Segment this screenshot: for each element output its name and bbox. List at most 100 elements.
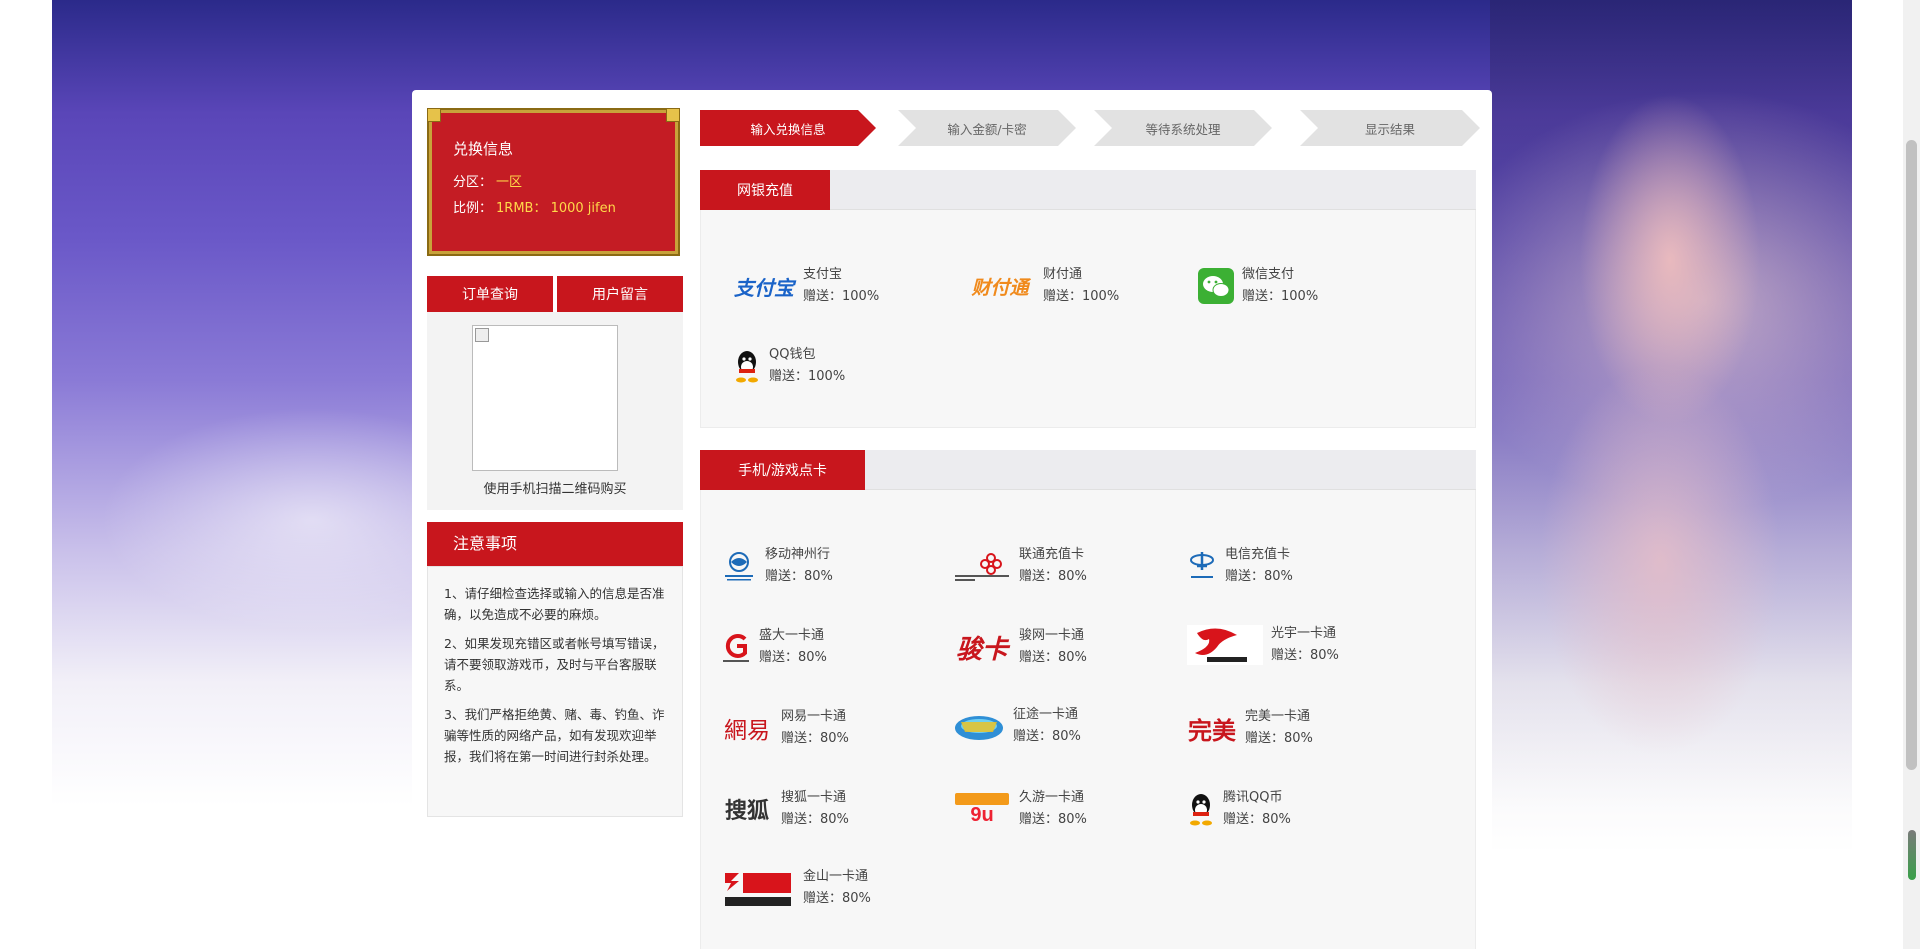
notice-body: 1、请仔细检查选择或输入的信息是否准确，以免造成不必要的麻烦。 2、如果发现充错… xyxy=(427,566,683,817)
ratio-label: 比例： xyxy=(453,201,493,216)
zone-label: 分区： xyxy=(453,175,493,190)
card-option-bonus: 赠送：80% xyxy=(1019,812,1087,827)
card-option-bonus: 赠送：80% xyxy=(1223,812,1291,827)
alipay-icon: 支付宝 xyxy=(734,275,794,300)
card-option-bonus: 赠送：80% xyxy=(1019,650,1087,665)
card-option-bonus: 赠送：80% xyxy=(1019,569,1087,584)
pay-option-name: 微信支付 xyxy=(1242,267,1295,282)
card-option-name: 完美一卡通 xyxy=(1245,709,1311,724)
exchange-info-card: 兑换信息 分区： 一区 比例： 1RMB： 1000 jifen xyxy=(427,108,680,256)
card-option-bonus: 赠送：80% xyxy=(803,891,871,906)
pay-option-bonus: 赠送：100% xyxy=(803,289,880,304)
card-option-name: 搜狐一卡通 xyxy=(781,790,847,805)
shanda-icon xyxy=(721,629,751,665)
card-option-wanmei[interactable]: 完美 完美一卡通 赠送：80% xyxy=(1187,706,1313,750)
left-button-row: 订单查询 用户留言 xyxy=(427,276,683,312)
card-option-china-mobile[interactable]: 移动神州行 赠送：80% xyxy=(721,544,833,588)
card-option-name: 金山一卡通 xyxy=(803,869,869,884)
card-option-junwang[interactable]: 骏卡 骏网一卡通 赠送：80% xyxy=(953,625,1087,669)
zone-value: 一区 xyxy=(496,175,523,190)
pay-option-bonus: 赠送：100% xyxy=(1043,289,1120,304)
pay-option-qq-wallet[interactable]: QQ钱包 赠送：100% xyxy=(733,344,845,388)
step-input-info: 输入兑换信息 xyxy=(700,110,876,146)
card-option-name: 腾讯QQ币 xyxy=(1223,790,1283,805)
scroll-position-indicator xyxy=(1908,830,1916,880)
qr-code-image xyxy=(472,325,618,471)
background-character-art xyxy=(1490,0,1852,949)
tab-phone-game-cards[interactable]: 手机/游戏点卡 xyxy=(700,450,865,490)
step-waiting: 等待系统处理 xyxy=(1094,110,1272,146)
tencent-qq-icon xyxy=(1187,792,1215,826)
cards-section-body: 移动神州行 赠送：80% 联通充值卡 赠送：80% 电信充值卡 赠送：80% 盛… xyxy=(700,490,1476,949)
tenpay-icon: 财付通 xyxy=(971,276,1029,299)
card-option-zhengtu[interactable]: 征途一卡通 赠送：80% xyxy=(953,704,1081,748)
junwang-icon: 骏卡 xyxy=(955,634,1008,665)
card-option-name: 盛大一卡通 xyxy=(759,628,825,643)
card-option-netease[interactable]: 網易 网易一卡通 赠送：80% xyxy=(721,706,849,750)
zhengtu-icon xyxy=(953,706,1005,746)
corner-ornament xyxy=(427,108,441,122)
netease-icon: 網易 xyxy=(724,718,770,744)
pay-option-bonus: 赠送：100% xyxy=(1242,289,1319,304)
pay-option-name: 财付通 xyxy=(1043,267,1083,282)
qr-caption: 使用手机扫描二维码购买 xyxy=(483,482,627,497)
ratio-value: 1RMB： 1000 jifen xyxy=(496,201,616,216)
card-option-name: 骏网一卡通 xyxy=(1019,628,1085,643)
pay-option-bonus: 赠送：100% xyxy=(769,369,846,384)
notice-item: 3、我们严格拒绝黄、赌、毒、钓鱼、诈骗等性质的网络产品，如有发现欢迎举报，我们将… xyxy=(444,707,665,764)
guangyu-icon xyxy=(1187,625,1263,665)
card-option-shanda[interactable]: 盛大一卡通 赠送：80% xyxy=(721,625,827,669)
china-unicom-icon xyxy=(953,548,1011,584)
card-option-bonus: 赠送：80% xyxy=(765,569,833,584)
scrollbar-thumb[interactable] xyxy=(1906,140,1917,770)
card-option-tencent-qq[interactable]: 腾讯QQ币 赠送：80% xyxy=(1187,787,1291,831)
step-result: 显示结果 xyxy=(1300,110,1480,146)
bank-section-body: 支付宝 支付宝 赠送：100% 财付通 财付通 赠送：100% 微信支付 赠送：… xyxy=(700,210,1476,428)
cards-section-header: 手机/游戏点卡 xyxy=(700,450,1476,490)
pay-option-tenpay[interactable]: 财付通 财付通 赠送：100% xyxy=(965,264,1119,308)
card-option-kingsoft[interactable]: 金山一卡通 赠送：80% xyxy=(721,866,871,910)
card-option-jiuyou[interactable]: 9u 久游一卡通 赠送：80% xyxy=(953,787,1087,831)
card-option-name: 网易一卡通 xyxy=(781,709,847,724)
broken-image-icon xyxy=(475,328,489,342)
tab-bank-recharge[interactable]: 网银充值 xyxy=(700,170,830,210)
card-option-bonus: 赠送：80% xyxy=(781,731,849,746)
pay-option-name: QQ钱包 xyxy=(769,347,816,362)
user-message-button[interactable]: 用户留言 xyxy=(557,276,683,312)
card-option-bonus: 赠送：80% xyxy=(1271,648,1339,663)
card-option-bonus: 赠送：80% xyxy=(759,650,827,665)
wanmei-icon: 完美 xyxy=(1188,716,1236,745)
notice-title: 注意事项 xyxy=(427,522,683,566)
card-option-sohu[interactable]: 搜狐 搜狐一卡通 赠送：80% xyxy=(721,787,849,831)
card-option-name: 联通充值卡 xyxy=(1019,547,1085,562)
notice-item: 2、如果发现充错区或者帐号填写错误，请不要领取游戏币，及时与平台客服联系。 xyxy=(444,636,665,693)
card-option-name: 久游一卡通 xyxy=(1019,790,1085,805)
card-option-bonus: 赠送：80% xyxy=(1013,729,1081,744)
corner-ornament xyxy=(666,108,680,122)
card-option-name: 电信充值卡 xyxy=(1225,547,1291,562)
card-option-china-telecom[interactable]: 电信充值卡 赠送：80% xyxy=(1187,544,1293,588)
exchange-info-title: 兑换信息 xyxy=(453,140,514,158)
card-option-guangyu[interactable]: 光宇一卡通 赠送：80% xyxy=(1187,623,1339,667)
order-query-button[interactable]: 订单查询 xyxy=(427,276,553,312)
pay-option-name: 支付宝 xyxy=(803,267,843,282)
china-mobile-icon xyxy=(721,548,757,584)
card-option-china-unicom[interactable]: 联通充值卡 赠送：80% xyxy=(953,544,1087,588)
progress-steps: 输入兑换信息 输入金额/卡密 等待系统处理 显示结果 xyxy=(700,110,1480,146)
wechat-pay-icon xyxy=(1198,268,1234,304)
card-option-name: 征途一卡通 xyxy=(1013,707,1079,722)
notice-item: 1、请仔细检查选择或输入的信息是否准确，以免造成不必要的麻烦。 xyxy=(444,586,665,622)
china-telecom-icon xyxy=(1187,548,1217,584)
card-option-name: 移动神州行 xyxy=(765,547,831,562)
recharge-panel: 兑换信息 分区： 一区 比例： 1RMB： 1000 jifen 订单查询 用户留言… xyxy=(412,90,1492,949)
sohu-icon: 搜狐 xyxy=(724,798,769,824)
ratio-row: 比例： 1RMB： 1000 jifen xyxy=(453,197,616,216)
qq-wallet-icon xyxy=(733,349,761,383)
bank-section-header: 网银充值 xyxy=(700,170,1476,210)
pay-option-wechat[interactable]: 微信支付 赠送：100% xyxy=(1198,264,1318,308)
page-scrollbar[interactable] xyxy=(1903,0,1920,949)
kingsoft-icon xyxy=(721,867,795,909)
card-option-name: 光宇一卡通 xyxy=(1271,626,1337,641)
svg-text:9u: 9u xyxy=(970,804,993,826)
pay-option-alipay[interactable]: 支付宝 支付宝 赠送：100% xyxy=(733,264,879,308)
